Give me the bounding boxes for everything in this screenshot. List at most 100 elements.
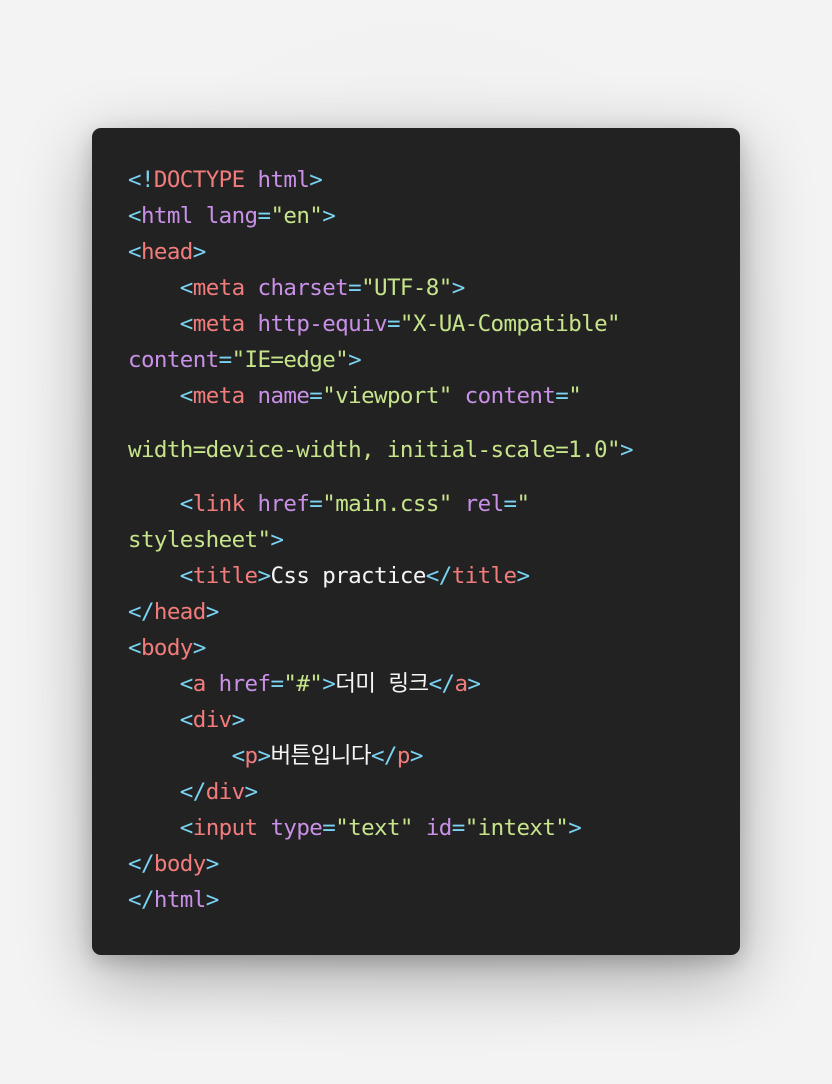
code-token: > xyxy=(409,743,424,769)
code-token: < xyxy=(128,635,142,661)
code-line: </body> xyxy=(128,846,720,882)
code-token: "main.css" xyxy=(322,491,452,517)
code-token: href xyxy=(218,671,271,697)
code-token: html xyxy=(257,167,310,193)
code-token: < xyxy=(179,563,194,589)
code-token: = xyxy=(348,275,362,301)
code-token: "text" xyxy=(335,815,413,841)
code-token: link xyxy=(192,491,245,517)
code-token: div xyxy=(192,707,232,733)
code-token: > xyxy=(516,563,530,589)
code-line: <html lang="en"> xyxy=(128,198,720,234)
code-token: = xyxy=(503,491,518,517)
code-token: type xyxy=(270,815,323,841)
code-token: > xyxy=(619,437,634,463)
code-line: <meta http-equiv="X-UA-Compatible" xyxy=(128,306,720,342)
code-token: content xyxy=(128,347,219,373)
code-line: <p>버튼입니다</p> xyxy=(128,738,720,774)
code-token: > xyxy=(231,707,246,733)
code-token: > xyxy=(467,671,481,697)
code-token: "viewport" xyxy=(322,383,452,409)
code-token: < xyxy=(179,383,194,409)
code-token: meta xyxy=(192,275,245,301)
code-line: <title>Css practice</title> xyxy=(128,558,720,594)
code-editor-window: <!DOCTYPE html> <html lang="en"> <head> <m… xyxy=(92,128,740,955)
code-token: name xyxy=(257,383,310,409)
code-token: = xyxy=(257,203,272,229)
code-line: <a href="#">더미 링크</a> xyxy=(128,666,720,702)
code-line: <body> xyxy=(128,630,720,666)
code-token: </ xyxy=(128,599,155,625)
code-line: <input type="text" id="intext"> xyxy=(128,810,720,846)
code-token: a xyxy=(454,671,468,697)
code-token: > xyxy=(309,167,323,193)
code-line: <meta charset="UTF-8"> xyxy=(128,270,720,306)
page-background: <!DOCTYPE html> <html lang="en"> <head> <m… xyxy=(0,0,832,1084)
code-token: div xyxy=(205,779,245,805)
code-token: </ xyxy=(428,671,456,697)
code-token: </ xyxy=(425,563,453,589)
code-token: title xyxy=(451,563,517,589)
code-token: title xyxy=(192,563,258,589)
code-token: meta xyxy=(192,383,245,409)
code-token: "intext" xyxy=(464,815,569,841)
code-token: " xyxy=(516,491,530,517)
code-token: > xyxy=(270,527,284,553)
code-token: "X-UA-Compatible" xyxy=(399,311,621,337)
code-token: html xyxy=(153,887,206,913)
code-token: "#" xyxy=(283,671,323,697)
code-line: <link href="main.css" rel=" xyxy=(128,486,720,522)
code-token: < xyxy=(179,275,194,301)
code-token: < xyxy=(231,743,246,769)
code-token: > xyxy=(244,779,259,805)
code-line: <meta name="viewport" content=" xyxy=(128,378,720,414)
code-token: > xyxy=(322,671,336,697)
code-token: = xyxy=(309,491,323,517)
code-token: > xyxy=(568,815,582,841)
code-line: content="IE=edge"> xyxy=(128,342,720,378)
code-token: rel xyxy=(464,491,504,517)
code-token: p xyxy=(244,743,259,769)
code-line: stylesheet"> xyxy=(128,522,720,558)
code-token: head xyxy=(140,239,193,265)
code-token: = xyxy=(451,815,466,841)
code-token: href xyxy=(257,491,310,517)
code-token: a xyxy=(192,671,207,697)
code-token: DOCTYPE xyxy=(153,167,245,193)
code-token: = xyxy=(270,671,284,697)
code-token: = xyxy=(322,815,336,841)
code-token: width=device-width, initial-scale=1.0" xyxy=(128,437,621,463)
code-token: input xyxy=(192,815,258,841)
code-token: charset xyxy=(257,275,349,301)
code-token: > xyxy=(322,203,336,229)
code-token: = xyxy=(218,347,233,373)
code-line: </div> xyxy=(128,774,720,810)
code-token: meta xyxy=(192,311,245,337)
code-token: "IE=edge" xyxy=(231,347,349,373)
code-token: > xyxy=(205,599,220,625)
code-token: </ xyxy=(128,887,155,913)
code-token: body xyxy=(153,851,206,877)
code-token: lang xyxy=(205,203,258,229)
code-block: <!DOCTYPE html> <html lang="en"> <head> <m… xyxy=(128,162,720,918)
code-token: = xyxy=(386,311,401,337)
code-token: Css practice xyxy=(270,563,426,589)
code-token: 버튼입니다 xyxy=(270,743,371,769)
code-token: < xyxy=(128,239,142,265)
code-line: <div> xyxy=(128,702,720,738)
code-token: body xyxy=(140,635,193,661)
code-token: = xyxy=(309,383,323,409)
code-token: < xyxy=(179,707,194,733)
